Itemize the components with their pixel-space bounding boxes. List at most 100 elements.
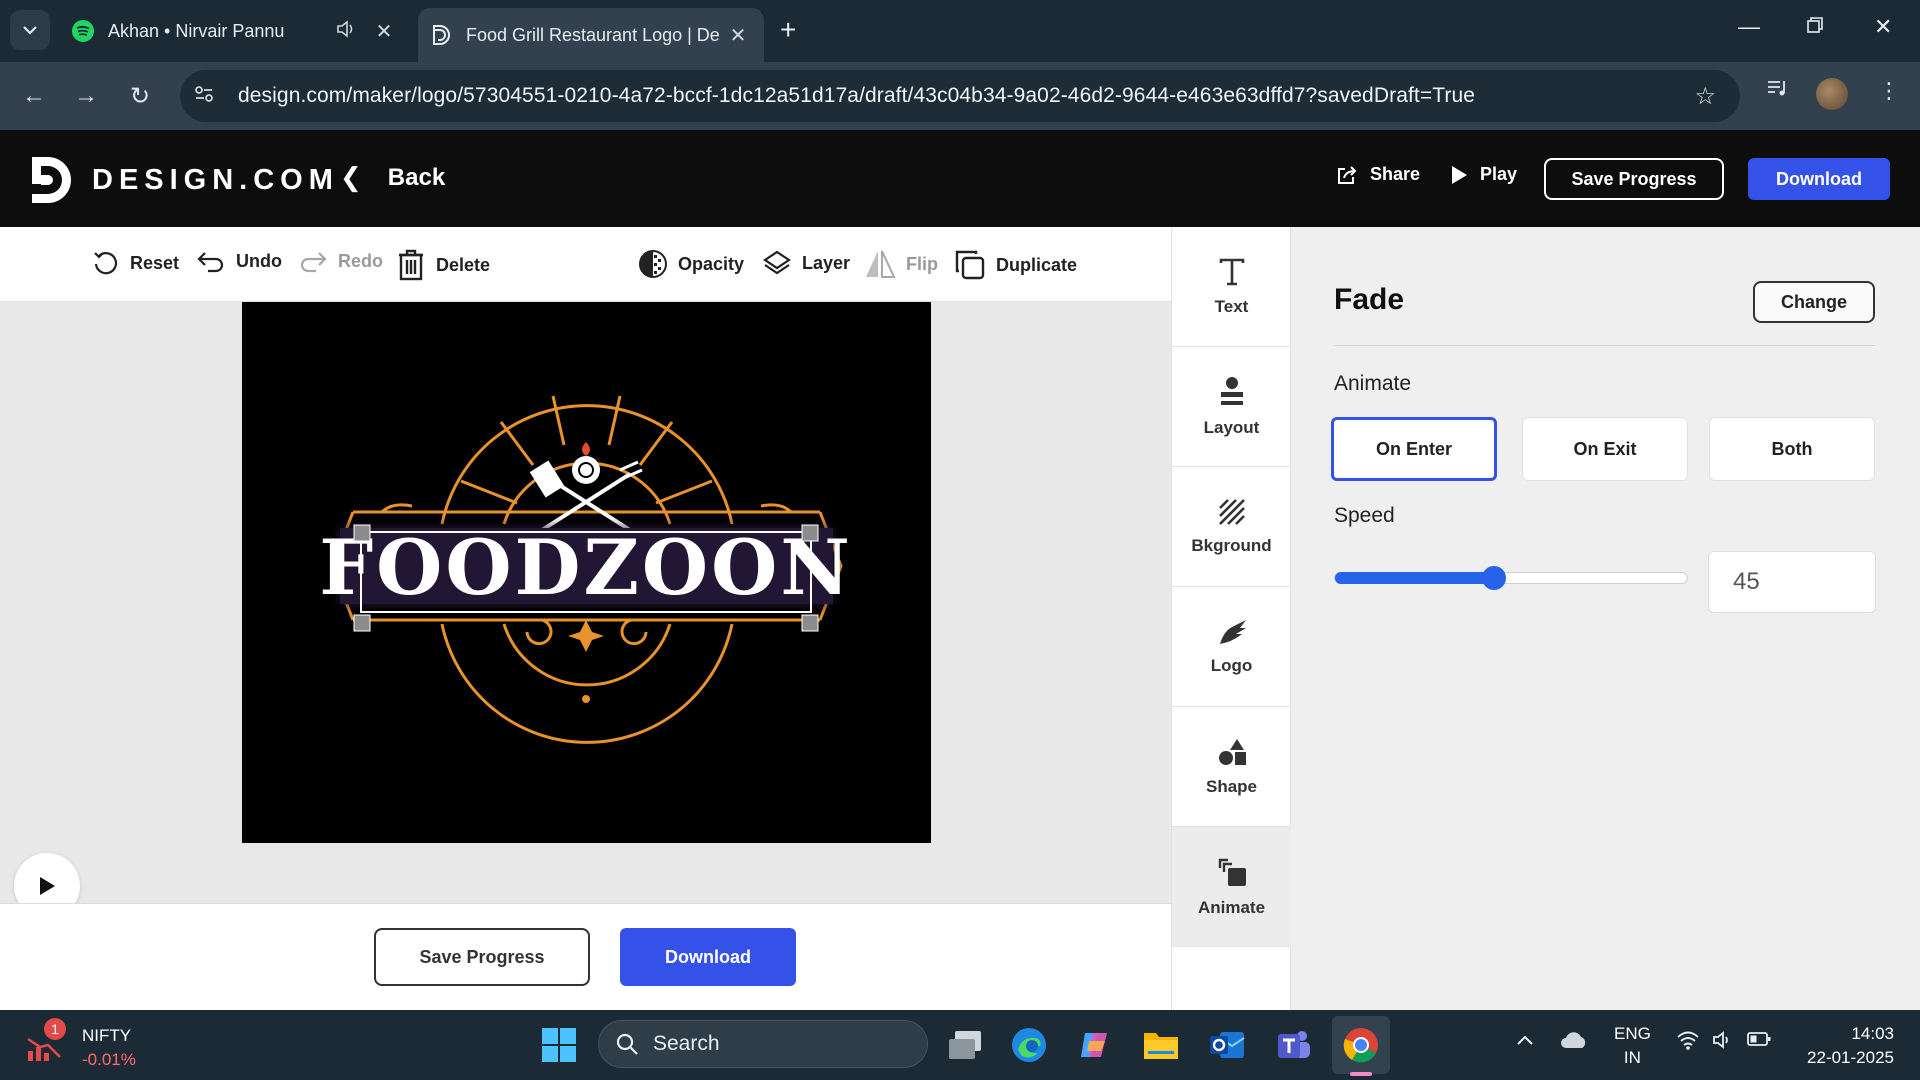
speaker-icon[interactable]	[336, 19, 356, 43]
chevron-left-icon: ❮	[340, 162, 362, 192]
taskbar-search[interactable]: Search	[598, 1020, 928, 1068]
bookmark-star-icon[interactable]: ☆	[1694, 82, 1716, 111]
undo-button[interactable]: Undo	[196, 249, 282, 273]
rail-item-layout[interactable]: Layout	[1172, 347, 1291, 467]
stock-widget[interactable]: 1 NIFTY -0.01%	[26, 1018, 136, 1072]
back-button[interactable]: ❮ Back	[340, 162, 445, 193]
search-label: Search	[653, 1032, 720, 1055]
file-explorer-icon[interactable]	[1140, 1024, 1182, 1066]
clock-time: 14:03	[1851, 1024, 1894, 1043]
animate-icon	[1218, 858, 1246, 886]
more-menu-icon[interactable]: ⋮	[1878, 78, 1900, 104]
opacity-button[interactable]: Opacity	[638, 249, 744, 279]
media-control-icon[interactable]	[1766, 78, 1790, 104]
input-language[interactable]: ENG IN	[1614, 1022, 1651, 1070]
option-on-exit[interactable]: On Exit	[1522, 417, 1688, 481]
tab-search-button[interactable]	[10, 10, 50, 50]
tab-design-com[interactable]: Food Grill Restaurant Logo | De ✕	[418, 8, 764, 62]
rail-item-logo[interactable]: Logo	[1172, 587, 1291, 707]
close-window-button[interactable]: ✕	[1874, 14, 1892, 40]
profile-avatar[interactable]	[1816, 78, 1848, 110]
delete-label: Delete	[436, 254, 491, 275]
speed-input[interactable]: 45	[1708, 551, 1876, 613]
lang-code: ENG	[1614, 1024, 1651, 1043]
save-progress-button-bottom[interactable]: Save Progress	[374, 928, 590, 986]
edit-toolbar: Reset Undo Redo Delete Opacity Layer Fli…	[0, 227, 1171, 302]
rail-label: Text	[1214, 296, 1249, 316]
edge-browser-icon[interactable]	[1008, 1024, 1050, 1066]
windows-taskbar: 1 NIFTY -0.01% Search ENG IN 14:03 22-01…	[0, 1010, 1920, 1080]
download-button-bottom[interactable]: Download	[620, 928, 796, 986]
speed-slider[interactable]	[1334, 566, 1688, 590]
logo-wordmark-text: FOODZOON	[319, 523, 853, 612]
speed-slider-handle[interactable]	[1482, 566, 1507, 590]
layer-button[interactable]: Layer	[762, 249, 850, 277]
outlook-icon[interactable]	[1206, 1024, 1248, 1066]
minimize-button[interactable]: —	[1738, 14, 1760, 40]
redo-button[interactable]: Redo	[298, 249, 383, 273]
design-com-icon	[430, 24, 452, 46]
tab-title: Akhan • Nirvair Pannu	[108, 20, 285, 41]
url-text: design.com/maker/logo/57304551-0210-4a72…	[238, 84, 1475, 107]
speed-label: Speed	[1334, 504, 1395, 527]
design-artboard[interactable]: FOODZOON	[242, 302, 931, 843]
speed-slider-fill	[1335, 572, 1495, 584]
system-clock[interactable]: 14:03 22-01-2025	[1796, 1022, 1894, 1070]
rail-label: Animate	[1197, 897, 1266, 917]
rail-item-text[interactable]: Text	[1172, 227, 1291, 347]
play-icon	[40, 877, 55, 895]
change-button[interactable]: Change	[1753, 281, 1875, 323]
windows-start-icon[interactable]	[538, 1024, 580, 1066]
design-com-logo-icon	[32, 157, 71, 203]
site-settings-icon[interactable]	[194, 85, 238, 108]
delete-button[interactable]: Delete	[396, 249, 490, 281]
undo-label: Undo	[236, 250, 282, 271]
back-arrow-icon[interactable]: ←	[16, 78, 52, 114]
bottom-action-bar: Save Progress Download	[0, 903, 1171, 1010]
onedrive-icon[interactable]	[1560, 1030, 1588, 1055]
show-hidden-icons-chevron-up-icon[interactable]	[1516, 1030, 1534, 1051]
option-on-enter[interactable]: On Enter	[1331, 417, 1497, 481]
copilot-icon[interactable]	[1074, 1024, 1116, 1066]
new-tab-button[interactable]: +	[780, 14, 796, 46]
share-button[interactable]: Share	[1336, 164, 1420, 185]
chrome-icon[interactable]	[1340, 1024, 1382, 1066]
option-both[interactable]: Both	[1709, 417, 1875, 481]
foodzoon-logo-graphic[interactable]: FOODZOON	[242, 302, 931, 843]
play-button[interactable]: Play	[1450, 164, 1517, 185]
duplicate-icon	[955, 250, 985, 280]
download-button[interactable]: Download	[1748, 158, 1890, 200]
close-tab-icon[interactable]: ✕	[372, 19, 396, 44]
notification-badge: 1	[44, 1018, 66, 1040]
battery-icon[interactable]	[1746, 1030, 1772, 1053]
duplicate-button[interactable]: Duplicate	[954, 249, 1077, 281]
reload-icon[interactable]: ↻	[122, 78, 158, 114]
rail-item-shape[interactable]: Shape	[1172, 707, 1291, 827]
address-bar[interactable]: design.com/maker/logo/57304551-0210-4a72…	[180, 70, 1740, 122]
panel-title: Fade	[1334, 283, 1405, 316]
task-view-icon[interactable]	[944, 1024, 986, 1066]
forward-arrow-icon[interactable]: →	[68, 78, 104, 114]
redo-label: Redo	[338, 250, 383, 271]
region-code: IN	[1623, 1048, 1641, 1067]
restore-button[interactable]	[1806, 14, 1824, 40]
save-progress-button[interactable]: Save Progress	[1544, 158, 1724, 200]
logo-icon	[1219, 619, 1246, 644]
teams-icon[interactable]	[1272, 1024, 1314, 1066]
rail-item-animate[interactable]: Animate	[1172, 827, 1291, 947]
layout-icon	[1220, 376, 1243, 405]
browser-tab-bar: Akhan • Nirvair Pannu ✕ Food Grill Resta…	[0, 0, 1920, 62]
close-tab-icon[interactable]: ✕	[726, 23, 750, 48]
wifi-icon[interactable]	[1676, 1030, 1700, 1055]
trash-icon	[399, 249, 423, 281]
tab-spotify[interactable]: Akhan • Nirvair Pannu ✕	[60, 8, 410, 54]
clock-date: 22-01-2025	[1807, 1048, 1894, 1067]
rail-item-background[interactable]: Bkground	[1172, 467, 1291, 587]
rail-label: Bkground	[1191, 535, 1272, 555]
volume-icon[interactable]	[1712, 1030, 1734, 1055]
flip-button[interactable]: Flip	[864, 249, 938, 279]
reset-button[interactable]: Reset	[92, 249, 179, 277]
brand-logo[interactable]: DESIGN.COM	[28, 154, 339, 206]
back-label: Back	[387, 163, 446, 191]
tab-title: Food Grill Restaurant Logo | De	[466, 24, 720, 45]
